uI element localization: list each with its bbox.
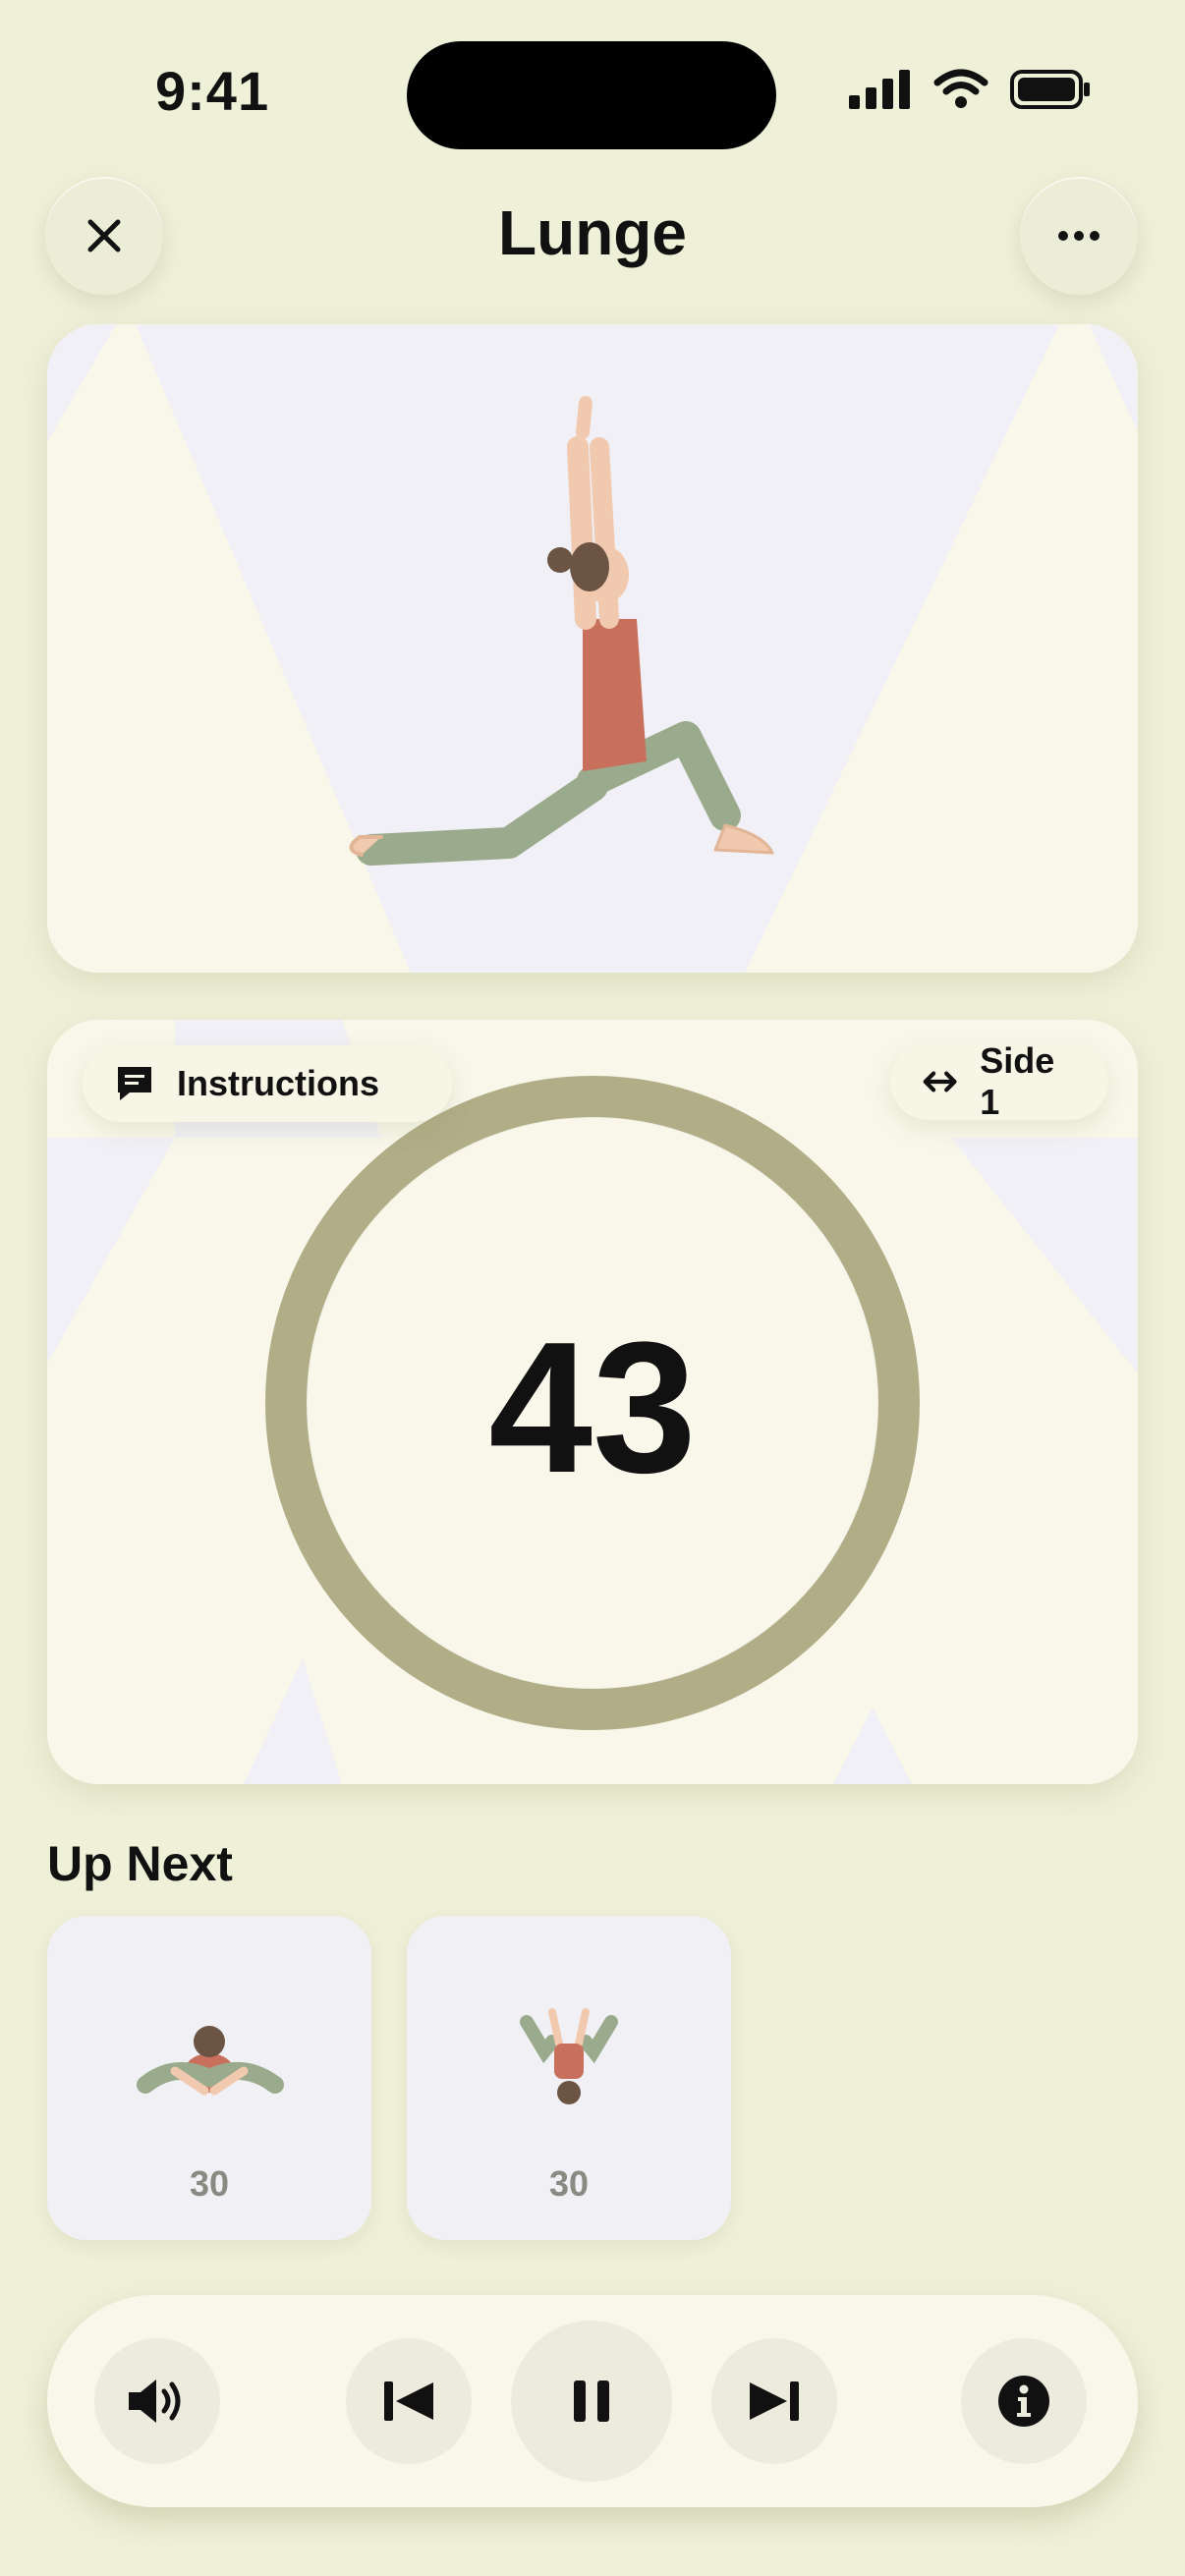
skip-back-icon xyxy=(384,2381,433,2421)
ellipsis-icon xyxy=(1058,231,1100,241)
status-icons xyxy=(849,69,1091,110)
up-next-title: Up Next xyxy=(47,1836,233,1891)
signal-icon xyxy=(849,70,910,109)
skip-forward-icon xyxy=(750,2381,799,2421)
up-next-item[interactable]: 30 xyxy=(407,1916,731,2240)
timer-card: Instructions Side 1 43 xyxy=(47,1020,1138,1784)
wifi-icon xyxy=(933,69,988,108)
next-button[interactable] xyxy=(711,2338,837,2464)
up-next-duration: 30 xyxy=(189,2163,230,2204)
info-icon xyxy=(998,2376,1049,2427)
message-icon xyxy=(118,1067,151,1100)
speaker-icon xyxy=(129,2380,181,2423)
countdown-value: 43 xyxy=(488,1304,697,1512)
up-next-duration: 30 xyxy=(548,2163,590,2204)
pose-illustration xyxy=(47,324,1138,973)
instructions-button[interactable]: Instructions xyxy=(83,1045,452,1122)
page-title: Lunge xyxy=(498,197,687,268)
up-next-item[interactable]: 30 xyxy=(47,1916,371,2240)
pause-icon xyxy=(574,2380,609,2422)
side-label: Side 1 xyxy=(980,1040,1055,1122)
info-button[interactable] xyxy=(961,2338,1087,2464)
side-button[interactable]: Side 1 xyxy=(890,1040,1108,1122)
status-time: 9:41 xyxy=(155,60,270,122)
volume-button[interactable] xyxy=(94,2338,220,2464)
dynamic-island xyxy=(407,41,776,149)
pause-button[interactable] xyxy=(511,2321,672,2482)
arrows-left-right-icon xyxy=(923,1071,957,1092)
previous-button[interactable] xyxy=(346,2338,472,2464)
battery-icon xyxy=(1010,70,1090,109)
more-button[interactable] xyxy=(1020,177,1138,295)
instructions-label: Instructions xyxy=(177,1063,380,1103)
pose-image-card xyxy=(47,324,1138,973)
player-controls xyxy=(47,2295,1138,2507)
